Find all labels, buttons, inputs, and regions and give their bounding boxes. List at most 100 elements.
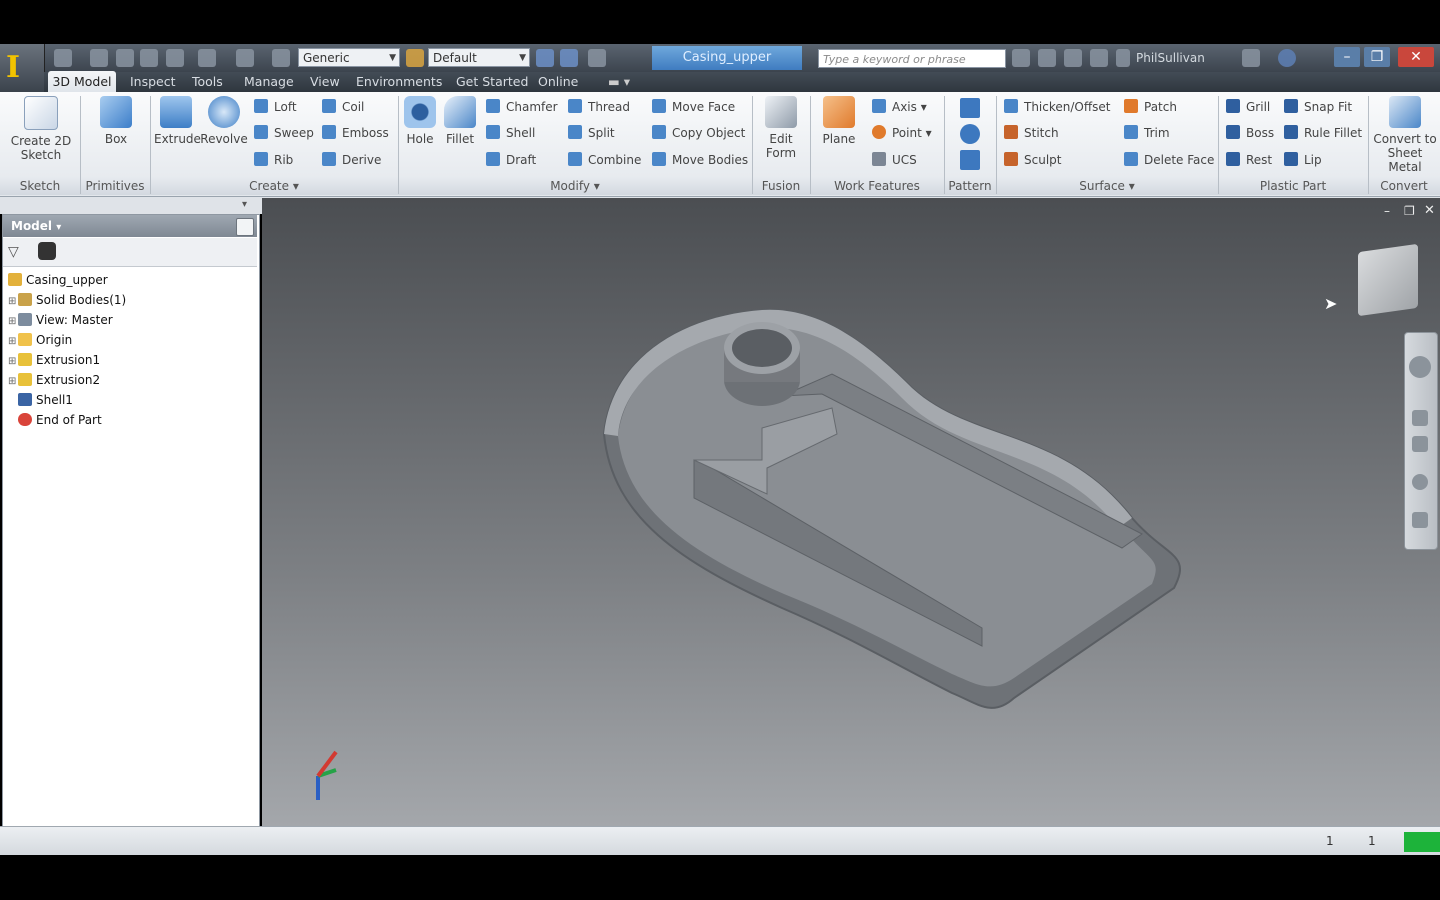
- grill-button[interactable]: Grill: [1226, 96, 1270, 118]
- look-at-icon[interactable]: [1412, 512, 1428, 528]
- group-label-surface[interactable]: Surface ▾: [996, 178, 1218, 194]
- expand-icon[interactable]: ⊞: [8, 292, 18, 312]
- split-button[interactable]: Split: [568, 122, 615, 144]
- close-button[interactable]: ✕: [1398, 47, 1434, 67]
- revolve-button[interactable]: Revolve: [200, 96, 248, 146]
- hole-button[interactable]: Hole: [402, 96, 438, 146]
- view-cube[interactable]: [1358, 243, 1418, 317]
- expand-icon[interactable]: ⊞: [8, 332, 18, 352]
- convert-to-sheet-metal-button[interactable]: Convert to Sheet Metal: [1370, 96, 1440, 174]
- tab-get-started[interactable]: Get Started: [456, 72, 528, 92]
- zoom-icon[interactable]: [1412, 436, 1428, 452]
- stitch-button[interactable]: Stitch: [1004, 122, 1059, 144]
- save-icon[interactable]: [116, 49, 134, 67]
- zoom-icon[interactable]: [560, 49, 578, 67]
- edit-form-button[interactable]: Edit Form: [758, 96, 804, 160]
- sculpt-button[interactable]: Sculpt: [1004, 149, 1061, 171]
- tab-view[interactable]: View: [310, 72, 340, 92]
- axis-button[interactable]: Axis ▾: [872, 96, 927, 118]
- thicken-offset-button[interactable]: Thicken/Offset: [1004, 96, 1110, 118]
- chamfer-button[interactable]: Chamfer: [486, 96, 558, 118]
- group-label-modify[interactable]: Modify ▾: [398, 178, 752, 194]
- tree-item-extrusion1[interactable]: ⊞ Extrusion1: [8, 350, 100, 370]
- browser-header[interactable]: Model ▾: [3, 215, 257, 237]
- search-input[interactable]: Type a keyword or phrase: [818, 49, 1006, 68]
- favorites-icon[interactable]: [1090, 49, 1108, 67]
- expand-icon[interactable]: ⊞: [8, 372, 18, 392]
- create-2d-sketch-button[interactable]: Create 2D Sketch: [8, 96, 74, 162]
- select-icon[interactable]: [198, 49, 216, 67]
- browser-menu-icon[interactable]: [236, 218, 254, 236]
- patch-button[interactable]: Patch: [1124, 96, 1177, 118]
- user-name[interactable]: PhilSullivan: [1136, 48, 1224, 68]
- properties-icon[interactable]: [272, 49, 290, 67]
- open-icon[interactable]: [90, 49, 108, 67]
- measure-icon[interactable]: [536, 49, 554, 67]
- sweep-button[interactable]: Sweep: [254, 122, 314, 144]
- restore-button[interactable]: ❐: [1364, 47, 1390, 67]
- tree-item-shell1[interactable]: Shell1: [8, 390, 73, 410]
- communication-icon[interactable]: [1064, 49, 1082, 67]
- draft-button[interactable]: Draft: [486, 149, 536, 171]
- filter-icon[interactable]: ▽: [8, 244, 19, 260]
- delete-face-button[interactable]: Delete Face: [1124, 149, 1214, 171]
- snap-fit-button[interactable]: Snap Fit: [1284, 96, 1352, 118]
- trim-button[interactable]: Trim: [1124, 122, 1170, 144]
- move-bodies-button[interactable]: Move Bodies: [652, 149, 748, 171]
- extrude-button[interactable]: Extrude: [154, 96, 201, 146]
- tree-item-extrusion2[interactable]: ⊞ Extrusion2: [8, 370, 100, 390]
- tab-manage[interactable]: Manage: [244, 72, 294, 92]
- tree-item-part[interactable]: Casing_upper: [8, 270, 108, 290]
- emboss-button[interactable]: Emboss: [322, 122, 389, 144]
- application-menu-button[interactable]: I: [0, 44, 45, 92]
- material-combo[interactable]: Generic ▼: [298, 48, 400, 67]
- tab-inspect[interactable]: Inspect: [130, 72, 176, 92]
- update-icon[interactable]: [236, 49, 254, 67]
- boss-button[interactable]: Boss: [1226, 122, 1274, 144]
- tree-item-origin[interactable]: ⊞ Origin: [8, 330, 72, 350]
- circular-pattern-icon[interactable]: [960, 124, 980, 144]
- group-label-create[interactable]: Create ▾: [150, 178, 398, 194]
- loft-button[interactable]: Loft: [254, 96, 297, 118]
- rest-button[interactable]: Rest: [1226, 149, 1272, 171]
- binoculars-icon[interactable]: [1012, 49, 1030, 67]
- undo-icon[interactable]: [140, 49, 158, 67]
- binoculars-icon[interactable]: [38, 242, 56, 260]
- orbit-icon[interactable]: [1412, 474, 1428, 490]
- fx-icon[interactable]: [588, 49, 606, 67]
- coil-button[interactable]: Coil: [322, 96, 364, 118]
- tab-online[interactable]: Online: [538, 72, 578, 92]
- tree-item-end-of-part[interactable]: End of Part: [8, 410, 102, 430]
- thread-button[interactable]: Thread: [568, 96, 630, 118]
- help-icon[interactable]: [1278, 49, 1296, 67]
- ribbon-options-icon[interactable]: ▬ ▾: [608, 72, 630, 92]
- redo-icon[interactable]: [166, 49, 184, 67]
- box-button[interactable]: Box: [88, 96, 144, 146]
- move-face-button[interactable]: Move Face: [652, 96, 735, 118]
- lip-button[interactable]: Lip: [1284, 149, 1322, 171]
- shell-button[interactable]: Shell: [486, 122, 535, 144]
- tab-tools[interactable]: Tools: [192, 72, 223, 92]
- expand-icon[interactable]: ⊞: [8, 352, 18, 372]
- steering-wheel-icon[interactable]: [1409, 356, 1431, 378]
- minimize-button[interactable]: –: [1334, 47, 1360, 67]
- pan-icon[interactable]: [1412, 410, 1428, 426]
- rule-fillet-button[interactable]: Rule Fillet: [1284, 122, 1362, 144]
- fillet-button[interactable]: Fillet: [442, 96, 478, 146]
- tab-3d-model[interactable]: 3D Model: [48, 71, 116, 93]
- derive-button[interactable]: Derive: [322, 149, 381, 171]
- ucs-button[interactable]: UCS: [872, 149, 917, 171]
- panel-collapse-icon[interactable]: ▾: [242, 199, 256, 211]
- subscription-icon[interactable]: [1038, 49, 1056, 67]
- new-icon[interactable]: [54, 49, 72, 67]
- tree-item-view[interactable]: ⊞ View: Master: [8, 310, 113, 330]
- mirror-icon[interactable]: [960, 150, 980, 170]
- appearance-combo[interactable]: Default ▼: [428, 48, 530, 67]
- plane-button[interactable]: Plane: [816, 96, 862, 146]
- exchange-icon[interactable]: [1242, 49, 1260, 67]
- rib-button[interactable]: Rib: [254, 149, 293, 171]
- rectangular-pattern-icon[interactable]: [960, 98, 980, 118]
- combine-button[interactable]: Combine: [568, 149, 641, 171]
- point-button[interactable]: Point ▾: [872, 122, 932, 144]
- expand-icon[interactable]: ⊞: [8, 312, 18, 332]
